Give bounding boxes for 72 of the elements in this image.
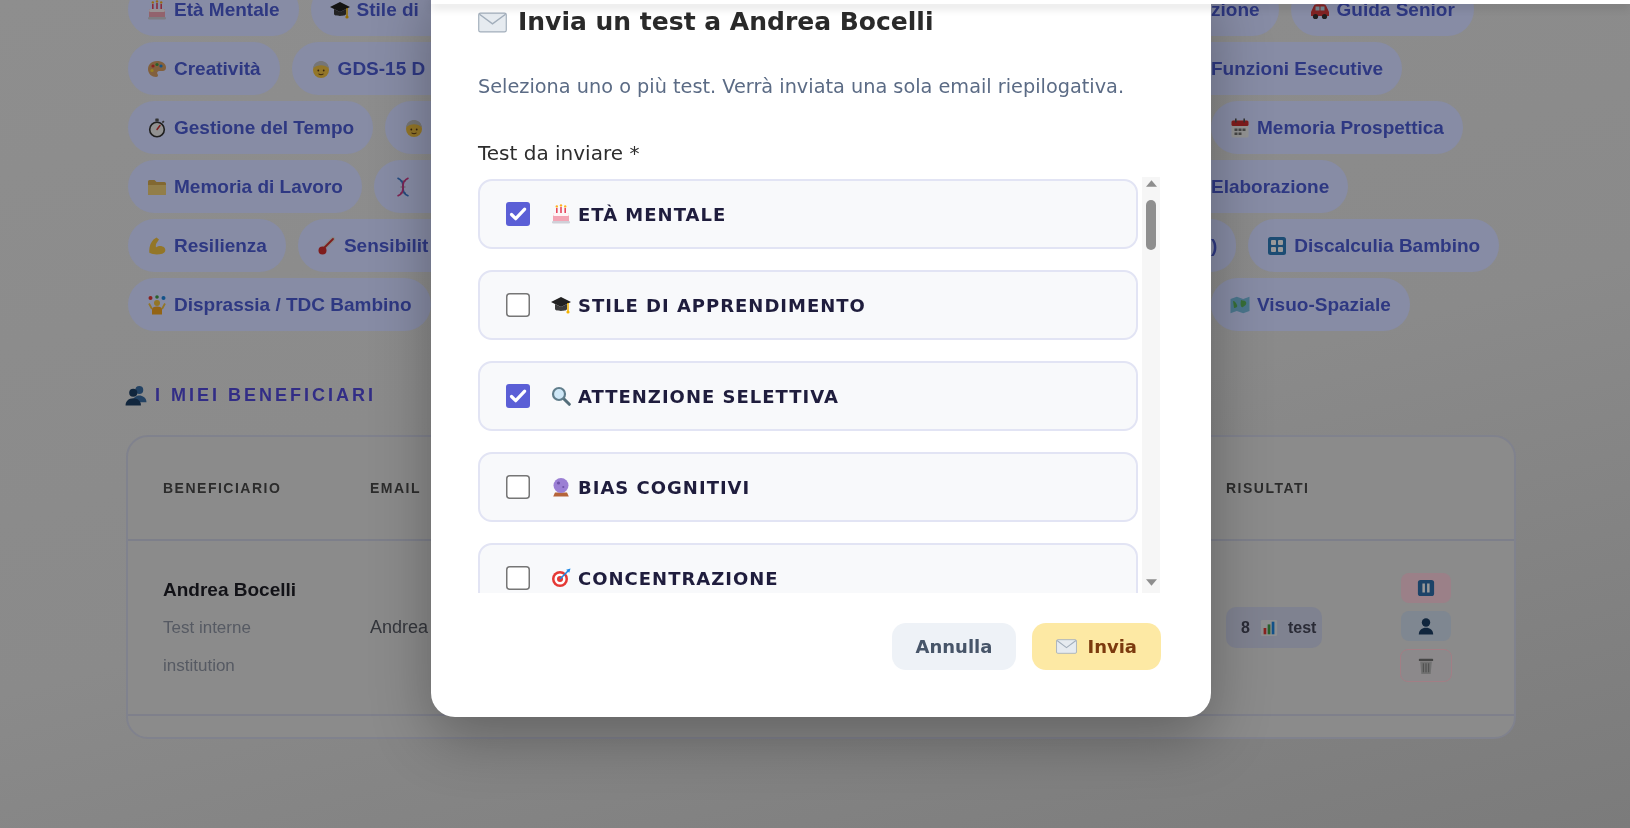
crystal-ball-icon	[551, 477, 571, 497]
user-icon	[1417, 617, 1435, 635]
results-count: 8	[1241, 618, 1250, 637]
test-name: STILE DI APPRENDIMENTO	[578, 294, 866, 316]
email-text: Andrea	[370, 617, 429, 638]
target-icon	[551, 568, 571, 588]
results-badge[interactable]: 8 test	[1226, 607, 1323, 648]
test-chip[interactable]: Gestione del Tempo	[128, 101, 374, 154]
test-chip[interactable]: Funzioni Esecutive	[1211, 42, 1403, 95]
test-chip[interactable]: Disprassia / TDC Bambino	[128, 278, 431, 331]
test-option[interactable]: BIAS COGNITIVI	[478, 452, 1138, 522]
calendar-icon	[1230, 117, 1250, 138]
cake-icon	[147, 0, 167, 20]
pause-icon	[1417, 579, 1435, 597]
down-arrow-icon[interactable]	[1145, 579, 1157, 586]
test-option[interactable]: ATTENZIONE SELETTIVA	[478, 361, 1138, 431]
envelope-icon	[1056, 639, 1078, 654]
modal-title: Invia un test a Andrea Bocelli	[518, 6, 934, 38]
number-grid-icon	[1267, 235, 1288, 256]
cancel-button[interactable]: Annulla	[891, 623, 1017, 670]
beneficiary-name: Andrea Bocelli	[163, 577, 297, 602]
column-header: EMAIL	[370, 480, 422, 496]
test-name: ATTENZIONE SELETTIVA	[578, 385, 839, 407]
test-option[interactable]: ETÀ MENTALE	[478, 179, 1138, 249]
magnifier-icon	[551, 386, 571, 406]
delete-button[interactable]	[1400, 649, 1452, 682]
checkbox[interactable]	[506, 384, 530, 408]
test-option[interactable]: CONCENTRAZIONE	[478, 543, 1138, 593]
checkbox[interactable]	[506, 293, 530, 317]
test-name: CONCENTRAZIONE	[578, 567, 779, 589]
checkbox[interactable]	[506, 566, 530, 590]
graduation-cap-icon	[329, 0, 350, 20]
test-chip[interactable]: Età Mentale	[128, 0, 299, 36]
flexed-arm-icon	[147, 235, 167, 256]
map-icon	[1230, 294, 1250, 315]
test-name: BIAS COGNITIVI	[578, 476, 751, 498]
trash-icon	[1417, 656, 1435, 675]
stopwatch-icon	[147, 117, 167, 138]
scrollbar[interactable]	[1142, 177, 1160, 593]
field-label: Test da inviare *	[478, 140, 640, 167]
scrollbar-thumb[interactable]	[1146, 200, 1156, 250]
juggling-figure-icon	[147, 294, 167, 315]
test-chip[interactable]: Elaborazione	[1211, 160, 1349, 213]
cake-icon	[551, 204, 571, 224]
test-chip[interactable]: )	[1211, 219, 1237, 272]
test-name: ETÀ MENTALE	[578, 203, 727, 225]
envelope-icon	[478, 11, 507, 33]
elder-face-icon	[310, 58, 331, 79]
up-arrow-icon[interactable]	[1145, 180, 1157, 187]
thermometer-icon	[316, 235, 337, 256]
test-chip[interactable]: Creatività	[128, 42, 280, 95]
profile-button[interactable]	[1401, 611, 1451, 641]
test-chip[interactable]: Visuo-Spaziale	[1211, 278, 1410, 331]
test-chip[interactable]: Discalculia Bambino	[1248, 219, 1500, 272]
modal-subtitle: Seleziona uno o più test. Verrà inviata una sola email riepilogativa.	[478, 74, 1125, 100]
elder-face-icon	[404, 117, 425, 138]
column-header: BENEFICIARIO	[163, 480, 282, 496]
bar-chart-icon	[1259, 618, 1278, 637]
palette-icon	[147, 58, 167, 79]
results-unit: test	[1287, 618, 1317, 637]
test-chip[interactable]: Memoria Prospettica	[1211, 101, 1463, 154]
test-chip[interactable]: Resilienza	[128, 219, 286, 272]
graduation-cap-icon	[551, 295, 571, 315]
test-option[interactable]: STILE DI APPRENDIMENTO	[478, 270, 1138, 340]
send-button[interactable]: Invia	[1032, 623, 1161, 670]
checkbox[interactable]	[506, 475, 530, 499]
pause-button[interactable]	[1401, 573, 1451, 603]
test-chip[interactable]: Memoria di Lavoro	[128, 160, 362, 213]
column-header: RISULTATI	[1226, 480, 1310, 496]
checkbox[interactable]	[506, 202, 530, 226]
people-icon	[125, 384, 147, 406]
section-title: I MIEI BENEFICIARI	[155, 384, 376, 407]
